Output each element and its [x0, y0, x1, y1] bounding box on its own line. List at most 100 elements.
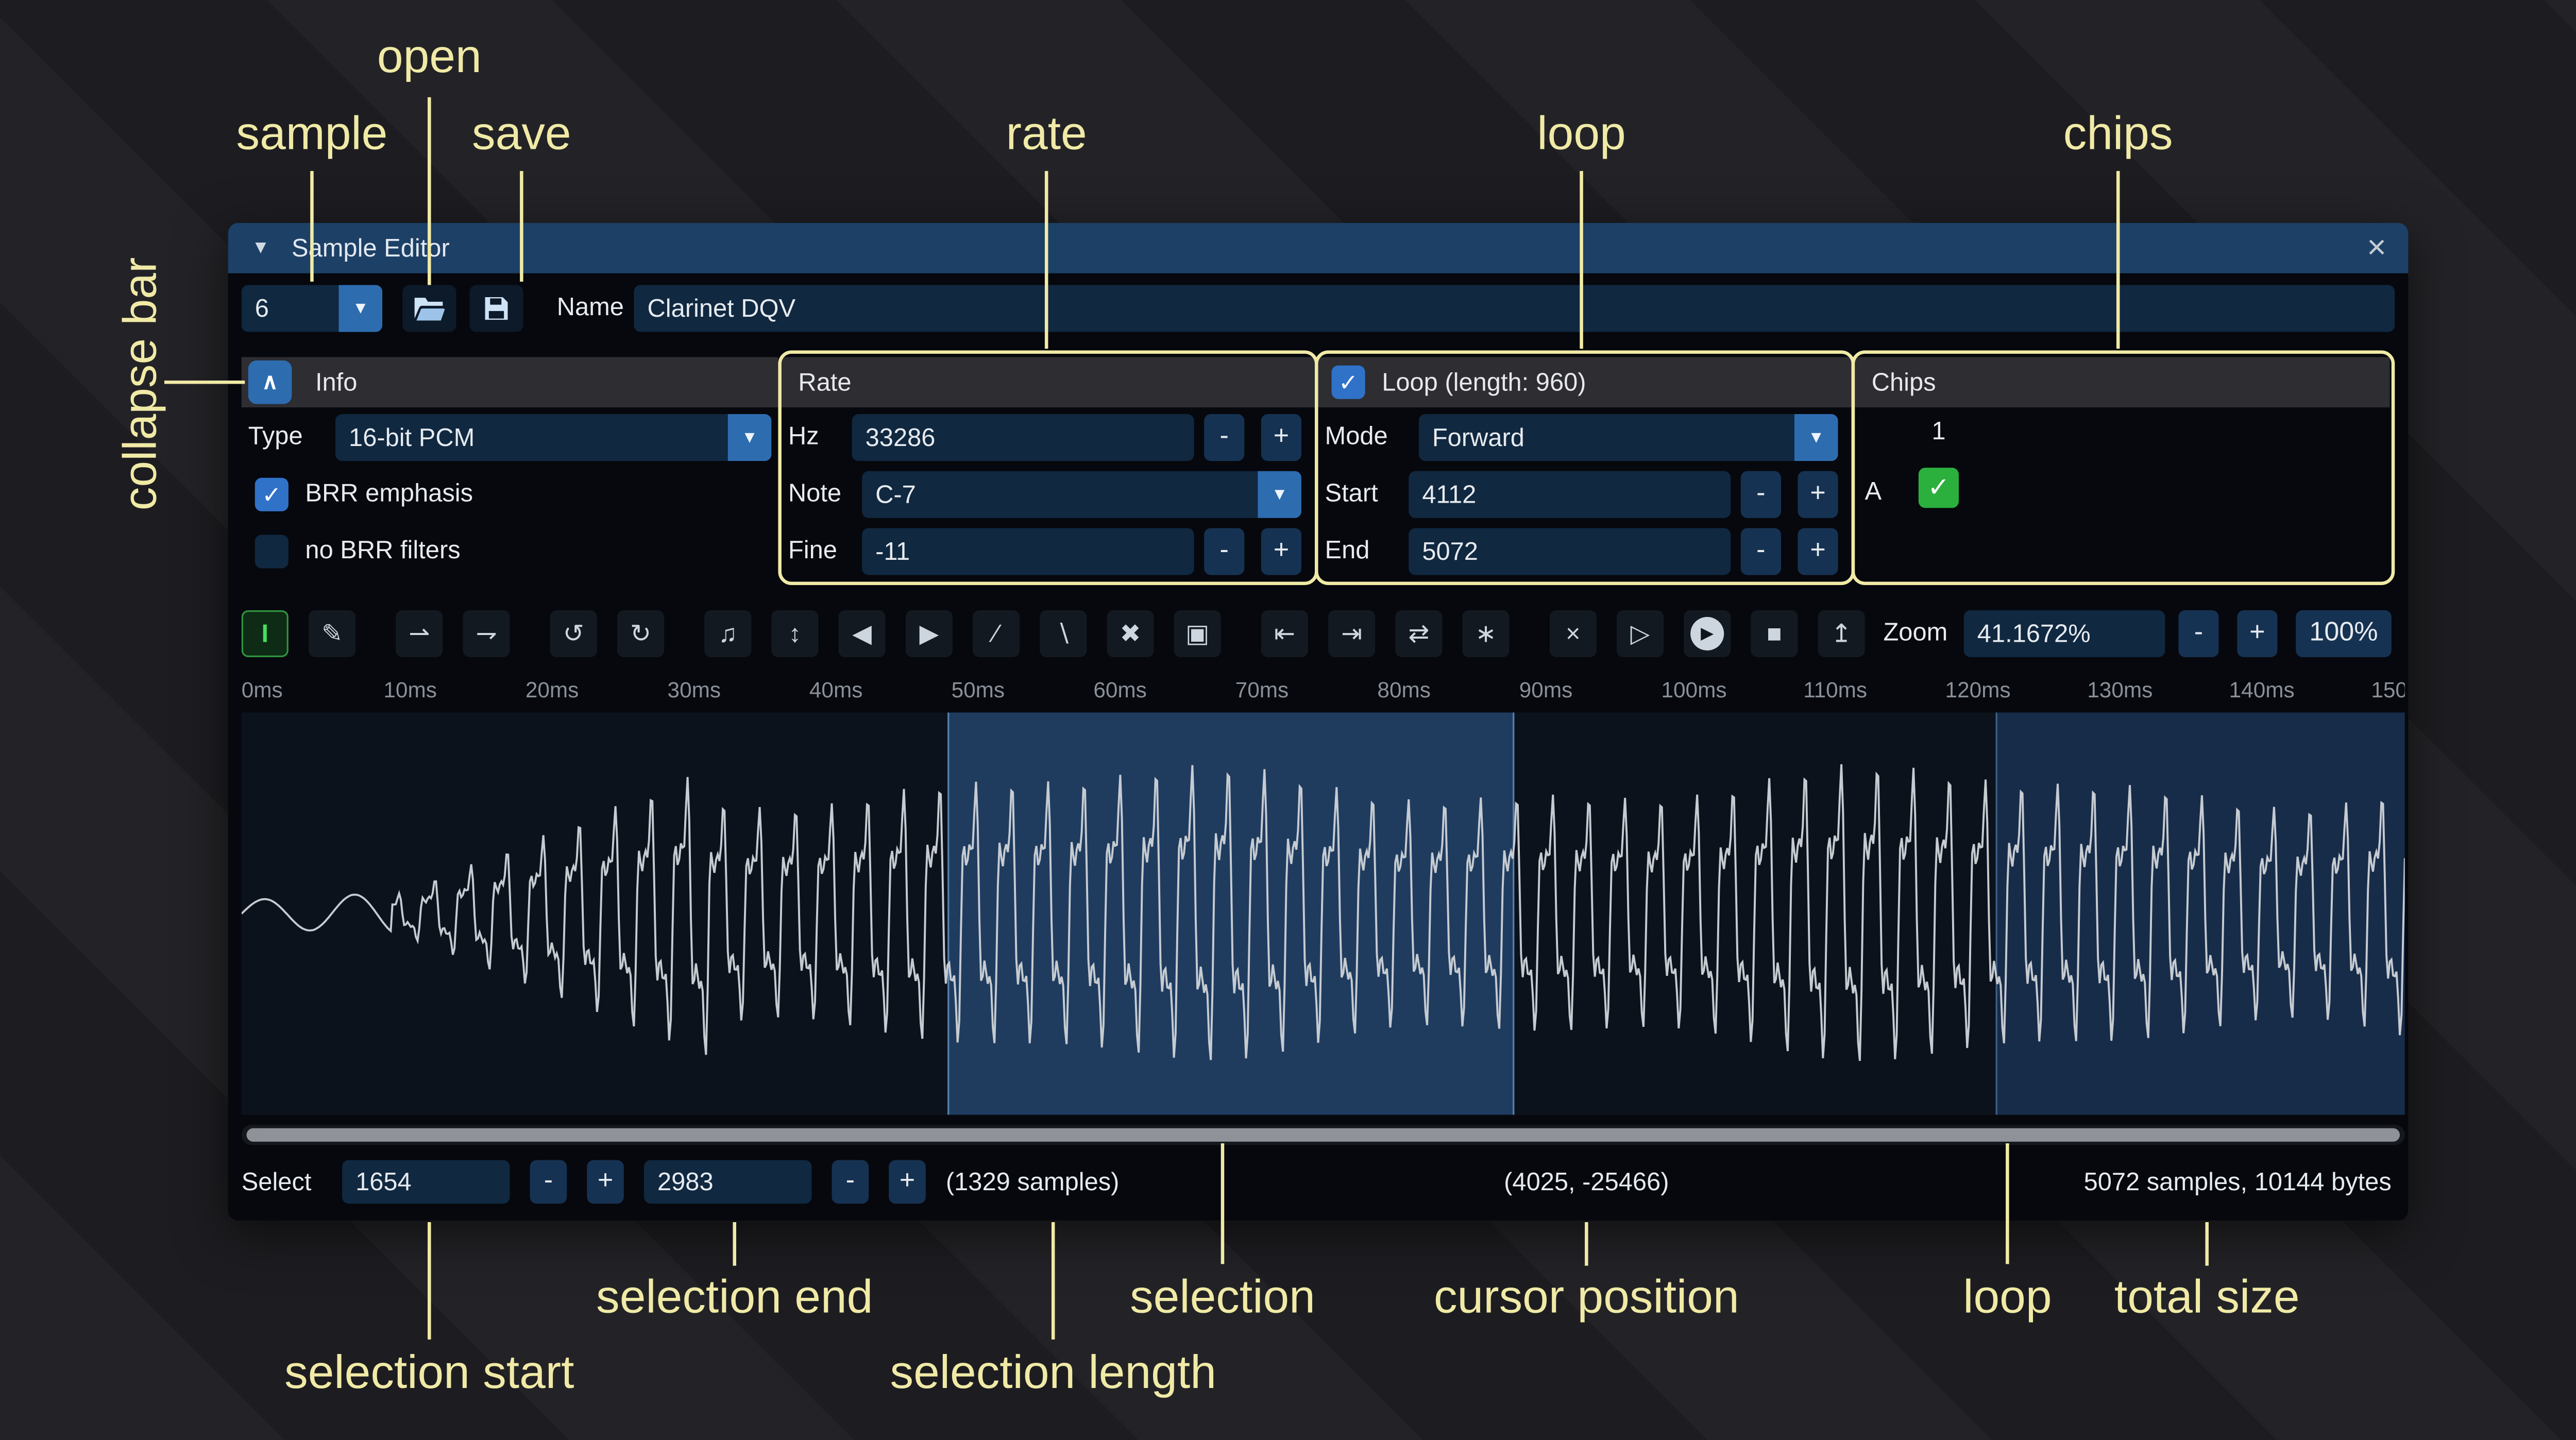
- annotation-selection-length: selection length: [890, 1346, 1216, 1400]
- fade-out-button[interactable]: ∖: [1040, 610, 1087, 657]
- undo-button[interactable]: ↺: [550, 610, 597, 657]
- timeline-tick: 100ms: [1661, 677, 1726, 702]
- no-brr-filters-checkbox[interactable]: [255, 535, 289, 568]
- loop-mode-row: Mode Forward ▼: [1325, 414, 1838, 461]
- play-marker-icon: ⇀: [409, 619, 430, 649]
- sample-name-input[interactable]: Clarinet DQV: [634, 285, 2395, 332]
- loop-marker-button[interactable]: ⇁: [463, 610, 510, 657]
- play-preview-icon: ▷: [1631, 619, 1650, 649]
- chip-enable-checkbox[interactable]: ✓: [1919, 468, 1959, 508]
- play-loop-preview-button[interactable]: ▶: [1684, 610, 1731, 657]
- loop-start-input[interactable]: 4112: [1409, 471, 1731, 518]
- loop-start-increase-button[interactable]: +: [1798, 471, 1838, 518]
- waveform-scrollbar[interactable]: [242, 1125, 2405, 1145]
- hz-label: Hz: [788, 414, 819, 461]
- dropdown-arrow-icon[interactable]: ▼: [339, 285, 383, 332]
- zoom-out-button[interactable]: -: [2178, 610, 2218, 657]
- selection-start-increase-button[interactable]: +: [587, 1160, 624, 1204]
- fine-decrease-button[interactable]: -: [1204, 528, 1244, 575]
- hz-decrease-button[interactable]: -: [1204, 414, 1244, 461]
- status-bar: Select 1654 - + 2983 - + (1329 samples) …: [242, 1155, 2395, 1209]
- waveform-view[interactable]: [242, 712, 2405, 1115]
- sample-index-dropdown[interactable]: 6 ▼: [242, 285, 382, 332]
- cut-silence-button[interactable]: ×: [1550, 610, 1597, 657]
- stop-preview-button[interactable]: ■: [1751, 610, 1798, 657]
- selection-start-decrease-button[interactable]: -: [530, 1160, 567, 1204]
- timeline-tick: 10ms: [383, 677, 437, 702]
- dropdown-arrow-icon[interactable]: ▼: [728, 414, 772, 461]
- insert-right-button[interactable]: ⇥: [1328, 610, 1375, 657]
- preview-volume-button[interactable]: ♫: [704, 610, 751, 657]
- filter-button[interactable]: ∗: [1462, 610, 1509, 657]
- chips-panel: Chips 1 A ✓: [1855, 354, 2389, 582]
- fine-increase-button[interactable]: +: [1261, 528, 1301, 575]
- loop-enable-checkbox[interactable]: ✓: [1332, 366, 1365, 399]
- zoom-input[interactable]: 41.1672%: [1964, 610, 2165, 657]
- zoom-reset-button[interactable]: 100%: [2296, 610, 2392, 657]
- fade-in-button[interactable]: ∕: [973, 610, 1020, 657]
- play-marker-button[interactable]: ⇀: [396, 610, 443, 657]
- type-dropdown[interactable]: 16-bit PCM ▼: [335, 414, 771, 461]
- note-row: Note C-7 ▼: [788, 471, 1301, 518]
- timeline-tick: 30ms: [668, 677, 721, 702]
- reverse-button[interactable]: ◀: [839, 610, 886, 657]
- hz-increase-button[interactable]: +: [1261, 414, 1301, 461]
- window-collapse-icon[interactable]: ▼: [251, 238, 269, 258]
- annotation-line-chips: [2116, 171, 2120, 349]
- timeline-tick: 140ms: [2229, 677, 2295, 702]
- delete-button[interactable]: ✖: [1107, 610, 1154, 657]
- loop-end-increase-button[interactable]: +: [1798, 528, 1838, 575]
- loop-end-input[interactable]: 5072: [1409, 528, 1731, 575]
- timeline-tick: 40ms: [809, 677, 863, 702]
- insert-left-icon: ⇤: [1274, 619, 1295, 649]
- fine-input[interactable]: -11: [862, 528, 1194, 575]
- collapse-bar-button[interactable]: ∧: [248, 361, 292, 404]
- save-floppy-icon: [481, 294, 512, 324]
- fade-in-icon: ∕: [994, 620, 998, 648]
- edit-cursor-button[interactable]: I: [242, 610, 289, 657]
- timeline-ruler[interactable]: 0ms10ms20ms30ms40ms50ms60ms70ms80ms90ms1…: [242, 669, 2405, 709]
- scrollbar-thumb[interactable]: [246, 1128, 2400, 1142]
- insert-right-icon: ⇥: [1341, 619, 1362, 649]
- import-button[interactable]: ↥: [1818, 610, 1865, 657]
- loop-end-decrease-button[interactable]: -: [1741, 528, 1781, 575]
- zoom-in-button[interactable]: +: [2237, 610, 2277, 657]
- dropdown-arrow-icon[interactable]: ▼: [1794, 414, 1838, 461]
- swap-button[interactable]: ⇄: [1395, 610, 1442, 657]
- brr-emphasis-checkbox[interactable]: ✓: [255, 478, 289, 511]
- select-label: Select: [242, 1155, 312, 1209]
- type-row: Type 16-bit PCM ▼: [248, 414, 772, 461]
- open-sample-button[interactable]: [402, 285, 456, 332]
- annotation-line-cursor-position: [1585, 1222, 1588, 1266]
- invert-button[interactable]: ▶: [906, 610, 953, 657]
- selection-end-increase-button[interactable]: +: [889, 1160, 926, 1204]
- annotation-collapse-bar: collapse bar: [114, 258, 167, 510]
- titlebar[interactable]: ▼ Sample Editor ×: [228, 223, 2409, 273]
- cut-silence-icon: ×: [1566, 620, 1581, 648]
- selection-end-input[interactable]: 2983: [644, 1160, 812, 1204]
- note-dropdown[interactable]: C-7 ▼: [862, 471, 1301, 518]
- check-icon: ✓: [1927, 471, 1950, 505]
- type-label: Type: [248, 414, 303, 461]
- open-folder-icon: [413, 295, 446, 322]
- check-icon: ✓: [1338, 368, 1358, 396]
- draw-pencil-button[interactable]: ✎: [309, 610, 355, 657]
- close-icon[interactable]: ×: [2367, 231, 2386, 265]
- trim-button[interactable]: ▣: [1174, 610, 1221, 657]
- annotation-line-selection-length: [1052, 1222, 1055, 1340]
- loop-start-decrease-button[interactable]: -: [1741, 471, 1781, 518]
- insert-left-button[interactable]: ⇤: [1261, 610, 1308, 657]
- selection-start-input[interactable]: 1654: [342, 1160, 510, 1204]
- waveform: [242, 712, 2405, 1115]
- name-label: Name: [557, 285, 624, 332]
- redo-button[interactable]: ↻: [617, 610, 664, 657]
- selection-end-decrease-button[interactable]: -: [832, 1160, 869, 1204]
- note-label: Note: [788, 471, 841, 518]
- dropdown-arrow-icon[interactable]: ▼: [1258, 471, 1301, 518]
- save-sample-button[interactable]: [469, 285, 523, 332]
- redo-icon: ↻: [630, 619, 651, 649]
- hz-input[interactable]: 33286: [852, 414, 1194, 461]
- amplify-button[interactable]: ↕: [771, 610, 818, 657]
- play-preview-button[interactable]: ▷: [1617, 610, 1664, 657]
- loop-mode-dropdown[interactable]: Forward ▼: [1419, 414, 1838, 461]
